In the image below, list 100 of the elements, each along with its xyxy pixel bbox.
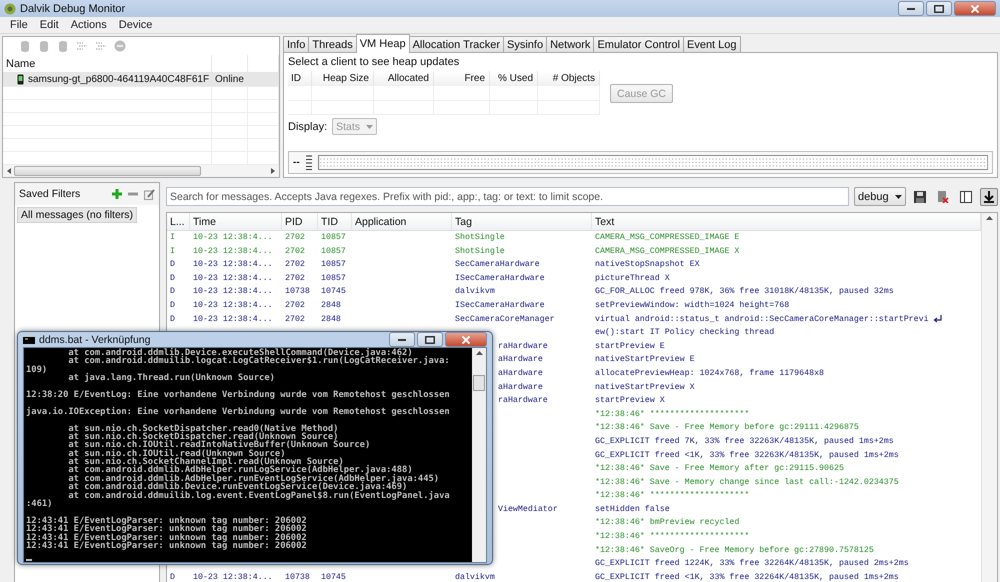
maximize-button[interactable] [926, 1, 952, 16]
level-dropdown[interactable]: debug [854, 187, 906, 206]
pid-cell-text: 2702 [285, 246, 305, 258]
minimize-icon [398, 338, 406, 340]
level-cell-text: I [170, 246, 175, 258]
message-cell-text: nativeStartPreview X [595, 382, 695, 394]
tab[interactable]: Allocation Tracker [408, 36, 504, 52]
scroll-left-icon[interactable] [7, 168, 12, 174]
table-cell [374, 86, 434, 101]
message-cell-text: *12:38:46* ******************** [595, 531, 750, 544]
pid-cell-text: 2702 [285, 232, 305, 244]
table-cell [312, 86, 374, 101]
console-line: at java.lang.Thread.run(Unknown Source) [67, 374, 276, 383]
column-header[interactable]: Time [190, 213, 282, 230]
tab[interactable]: Threads [308, 36, 357, 52]
console-line: at sun.nio.ch.IOUtil.readIntoNativeBuffer(Unknown Source) [67, 441, 372, 450]
message-cell-text: virtual android::status_t android::SecCameraCoreManager::startPrevi [595, 314, 929, 326]
message-cell-text: GC_EXPLICIT freed <1K, 33% free 32264K/48135K, paused 1ms+2ms [595, 572, 899, 582]
console-line: :461) [26, 500, 54, 508]
minimize-button[interactable] [898, 1, 924, 16]
tag-cell-text: raHardware [498, 340, 548, 353]
tab[interactable]: Info [283, 36, 310, 52]
message-cell-text: allocatePreviewHeap: 1024x768, frame 1179648x8 [595, 368, 824, 380]
message-cell-text: *12:38:46* Save - Free Memory before gc:29111.4296875 [595, 422, 859, 434]
tab[interactable]: Sysinfo [503, 36, 548, 52]
tag-cell-text: ShotSingle [455, 232, 505, 244]
message-cell-text: *12:38:46* bmPreview recycled [595, 517, 740, 530]
console-line: 12:43:41 E/EventLogParser: unknown tag number: 206002 [26, 542, 308, 550]
minimize-button[interactable] [389, 332, 415, 347]
search-field[interactable]: Search for messages. Accepts Java regexes. Prefix with pid:, app:, tag: or text: to limit scope. [166, 187, 849, 206]
device-name: samsung-gt_p6800-464119A40C48F61F [28, 74, 210, 85]
column-header[interactable]: Allocated [374, 71, 434, 86]
column-header[interactable]: Application [352, 213, 452, 230]
heap-message: Select a client to see heap updates [288, 56, 460, 68]
column-header[interactable]: Name [3, 55, 212, 72]
column-header[interactable]: Tag [452, 213, 592, 230]
message-cell-text: *12:38:46* Save - Memory change since last call:-1242.0234375 [595, 476, 899, 489]
tab[interactable]: Network [546, 36, 594, 52]
message-cell-text: setPreviewWindow: width=1024 height=768 [595, 300, 790, 312]
scroll-up-icon[interactable] [986, 216, 993, 220]
message-cell-text: nativeStopSnapshot EX [595, 259, 700, 272]
column-header[interactable]: L... [167, 213, 190, 230]
message-cell-text: CAMERA_MSG_COMPRESSED_IMAGE E [595, 232, 740, 244]
console-line: at sun.nio.ch.SocketDispatcher.read0(Native Method) [67, 424, 340, 433]
scroll-thumb[interactable] [473, 375, 485, 391]
menu-item[interactable]: File [10, 19, 28, 31]
console-line: at com.android.ddmlib.Device.runEventLogService(Device.java:469) [67, 483, 408, 492]
vertical-scrollbar[interactable] [981, 213, 997, 582]
text-cursor [26, 558, 32, 561]
column-header[interactable]: % Used [490, 71, 538, 86]
maximize-button[interactable] [417, 332, 443, 347]
tid-cell-text: 10745 [321, 286, 346, 298]
close-button[interactable] [445, 332, 487, 347]
add-icon[interactable] [112, 189, 122, 199]
console-line: at sun.nio.ch.SocketDispatcher.read(Unknown Source) [67, 432, 338, 442]
tag-cell-text: raHardware [498, 395, 548, 408]
tid-cell-text: 10745 [321, 572, 346, 582]
scroll-right-icon[interactable] [270, 168, 275, 174]
time-cell-text: 10-23 12:38:4... [193, 300, 273, 312]
message-cell-text: GC_EXPLICIT freed 1224K, 33% free 32264K/48135K, paused 2ms+2ms [595, 558, 909, 570]
pid-cell-text: 10738 [285, 572, 310, 582]
menu-item[interactable]: Edit [40, 19, 59, 31]
time-cell-text: 10-23 12:38:4... [193, 314, 273, 326]
console-line: at sun.nio.ch.SocketChannelImpl.read(Unknown Source) [67, 458, 344, 466]
pid-cell-text: 10738 [285, 286, 310, 298]
close-button[interactable] [954, 1, 996, 16]
app-icon [4, 2, 16, 14]
scroll-up-icon[interactable] [476, 351, 482, 355]
minimize-icon [907, 8, 915, 10]
device-status: Online [215, 74, 244, 85]
wrap-icon [932, 315, 942, 324]
column-header[interactable]: PID [282, 213, 318, 230]
console-line: 12:43:41 E/EventLogParser: unknown tag number: 206002 [26, 534, 308, 542]
scroll-lock-icon[interactable] [980, 188, 998, 206]
console-title: ddms.bat - Verknüpfung [39, 334, 150, 346]
column-header[interactable]: # Objects [538, 71, 600, 86]
column-header[interactable]: TID [318, 213, 352, 230]
level-cell-text: D [170, 272, 175, 285]
menu-item[interactable]: Actions [70, 19, 107, 31]
caret-icon [366, 124, 374, 128]
vertical-scrollbar[interactable] [472, 348, 486, 562]
tab[interactable]: Emulator Control [593, 36, 684, 52]
tag-cell-text: ISecCameraHardware [455, 300, 545, 312]
console-line: 12:43:41 E/EventLogParser: unknown tag number: 206002 [26, 525, 308, 534]
column-header[interactable]: ID [288, 71, 312, 86]
message-cell-text: CAMERA_MSG_COMPRESSED_IMAGE X [595, 246, 740, 258]
tid-cell-text: 10857 [321, 246, 346, 258]
tab[interactable]: Event Log [682, 36, 741, 52]
column-header[interactable]: Heap Size [312, 71, 374, 86]
menu-item[interactable]: Device [118, 19, 152, 31]
horizontal-scrollbar[interactable] [3, 165, 279, 177]
edit-icon[interactable] [144, 188, 155, 200]
tag-cell-text: aHardware [498, 354, 543, 366]
message-cell-text: startPreview X [595, 395, 665, 408]
level-cell-text: D [170, 572, 175, 582]
filter-item[interactable]: All messages (no filters) [17, 207, 138, 223]
device-row[interactable]: samsung-gt_p6800-464119A40C48F61F Online [3, 73, 279, 87]
tab[interactable]: VM Heap [356, 34, 410, 53]
column-header[interactable]: Free [434, 71, 490, 86]
table-cell [288, 86, 312, 101]
